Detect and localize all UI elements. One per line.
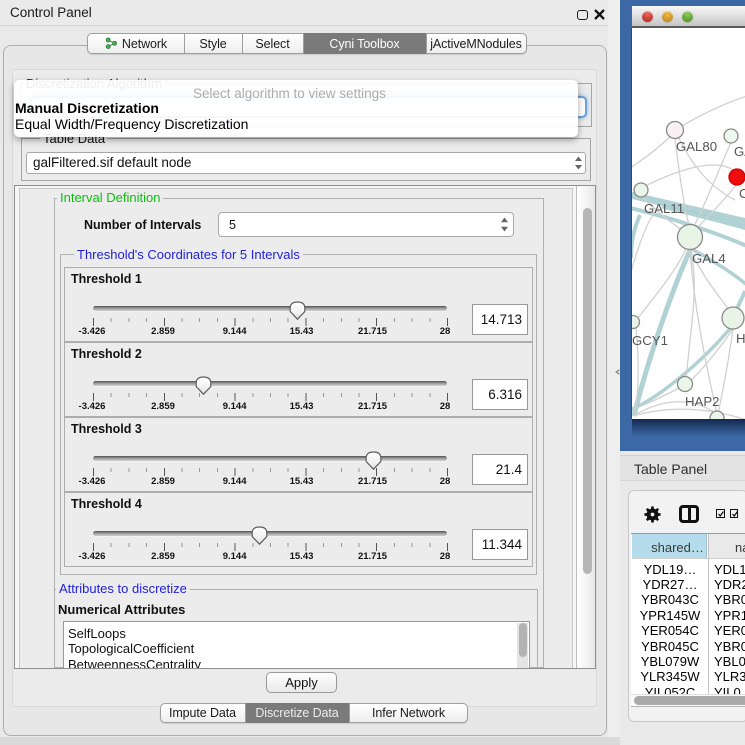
- svg-text:GA: GA: [734, 144, 745, 159]
- svg-text:HAP2: HAP2: [685, 394, 719, 409]
- svg-text:H: H: [736, 331, 745, 346]
- svg-text:GAL4: GAL4: [692, 251, 726, 266]
- svg-text:GAL80: GAL80: [676, 139, 717, 154]
- svg-text:C: C: [739, 186, 745, 201]
- svg-text:GCY1: GCY1: [632, 333, 668, 348]
- svg-text:GAL11: GAL11: [644, 201, 684, 216]
